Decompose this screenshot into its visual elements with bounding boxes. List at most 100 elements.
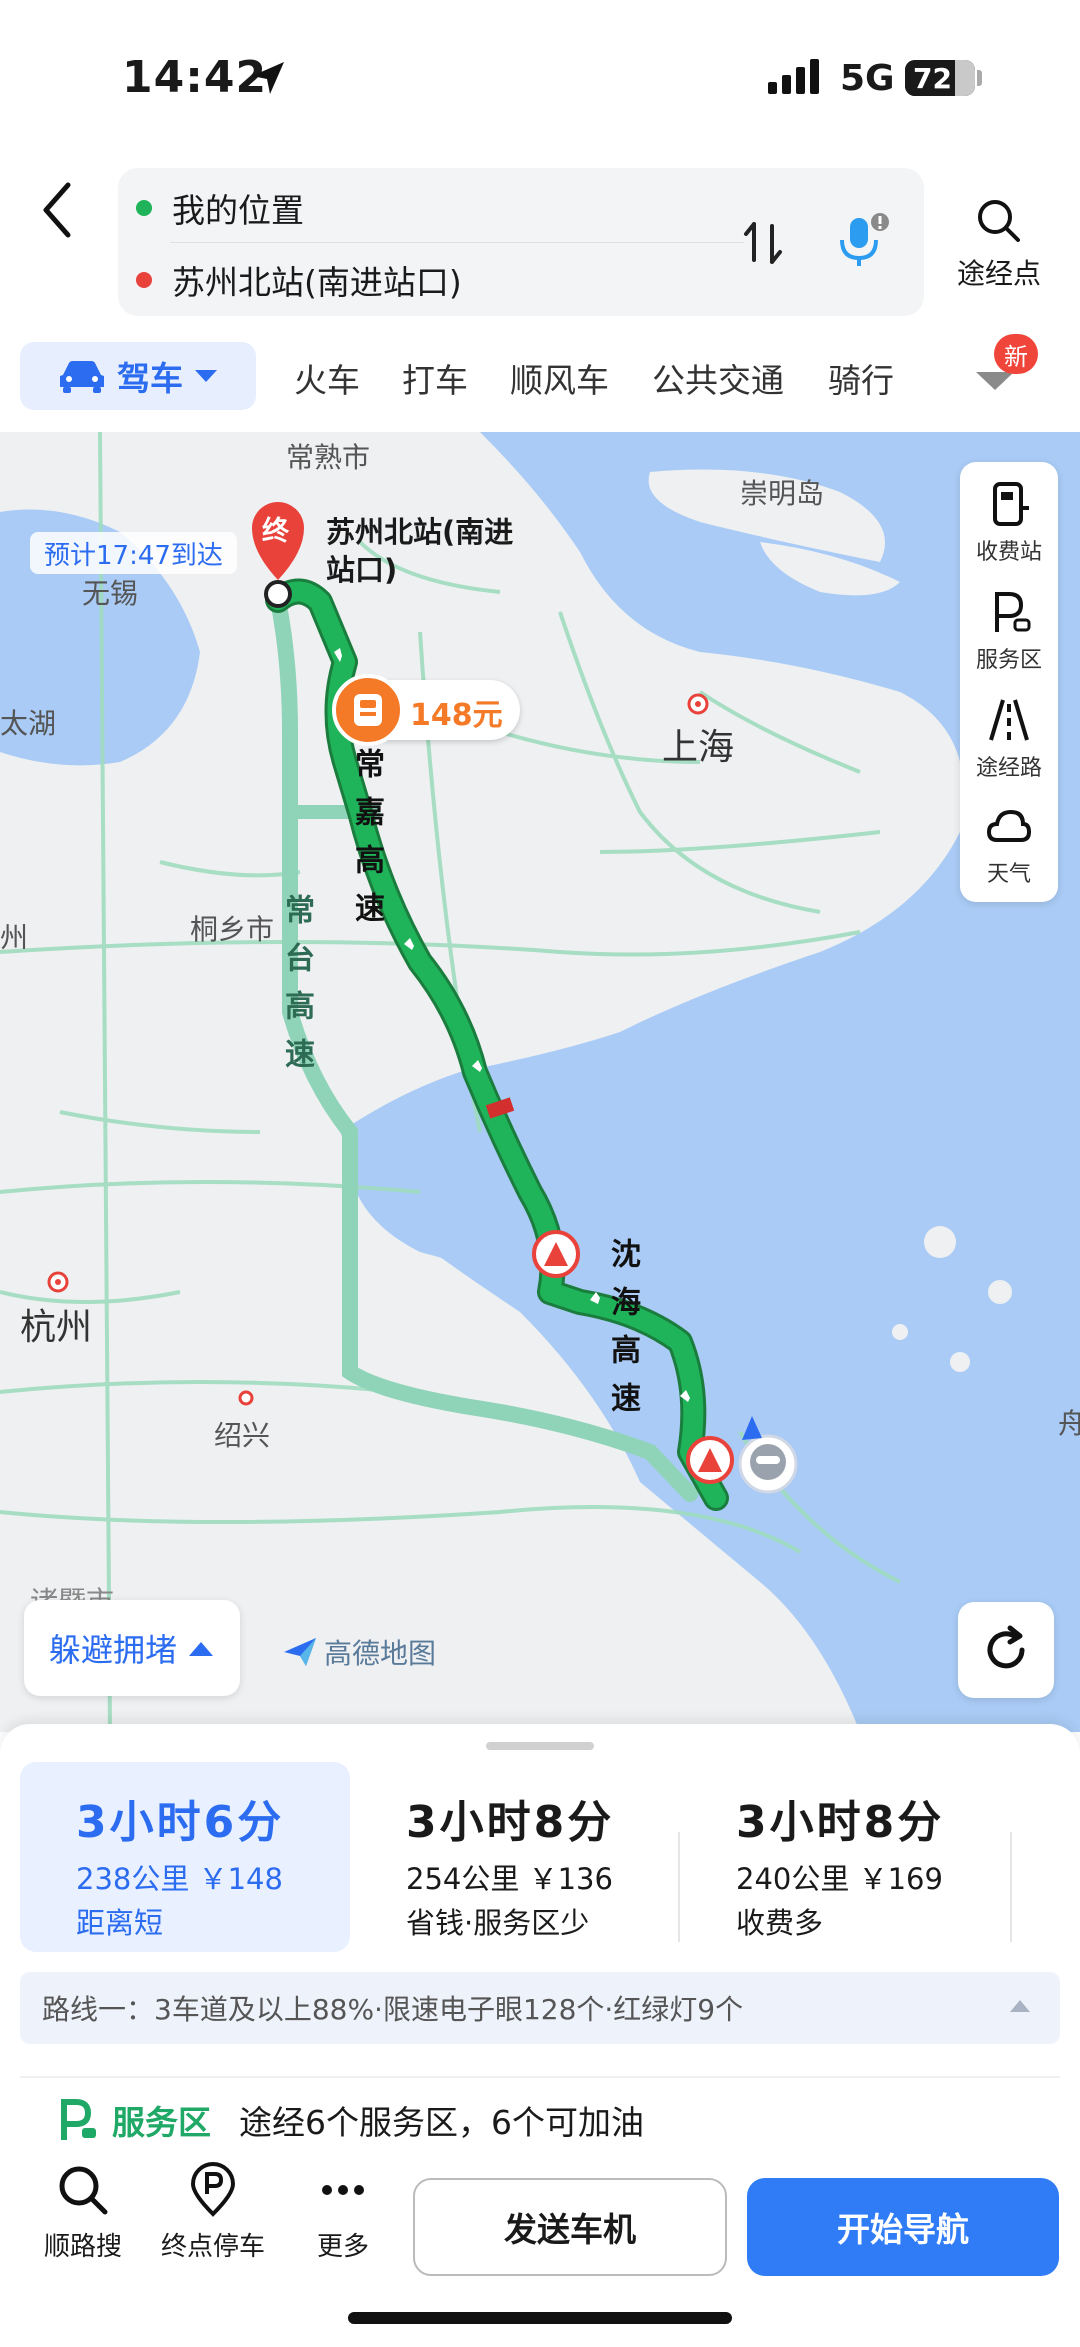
- label-shaoxing: 绍兴: [214, 1419, 271, 1452]
- end-parking-button[interactable]: 终点停车: [158, 2162, 268, 2263]
- label-zhou-left: 州: [0, 921, 29, 954]
- road-icon: [989, 699, 1029, 741]
- swap-icon[interactable]: [738, 216, 788, 270]
- parking-service-icon: [995, 592, 1031, 632]
- dest-name-line2: 站口): [326, 553, 398, 587]
- road-label-changjia: 常嘉高速: [349, 748, 384, 940]
- label-zhou: 舟: [1058, 1407, 1080, 1440]
- service-area-icon: [61, 2099, 96, 2140]
- route-info-text: 路线一：3车道及以上88%·限速电子眼128个·红绿灯9个: [42, 1993, 744, 2026]
- tab-taxi[interactable]: 打车: [402, 354, 468, 402]
- toll-price-tag[interactable]: 148元: [332, 674, 520, 746]
- tool-weather-label: 天气: [986, 862, 1031, 887]
- transport-mode-tabs: 驾车 火车 打车 顺风车 公共交通 骑行 新: [0, 330, 1080, 430]
- eta-chip: 预计17:47到达: [30, 532, 237, 574]
- route-info-bar[interactable]: 路线一：3车道及以上88%·限速电子眼128个·红绿灯9个: [20, 1972, 1060, 2044]
- label-wuxi: 无锡: [82, 577, 139, 610]
- divider: [170, 242, 744, 243]
- route-distance: 240公里 ￥169: [736, 1862, 943, 1896]
- chevron-down-icon: [195, 370, 217, 382]
- tab-bike[interactable]: 骑行: [828, 354, 894, 402]
- search-icon: [978, 200, 1020, 242]
- status-bar: 14:42 5G 72: [0, 0, 1080, 150]
- label-tongxiang: 桐乡市: [190, 913, 275, 946]
- toll-price: 148元: [410, 698, 503, 733]
- label-changshu: 常熟市: [286, 441, 371, 474]
- avoid-traffic-label: 躲避拥堵: [48, 1631, 177, 1669]
- map-view[interactable]: 终 预计17:47到达 苏州北站(南进 站口) 常熟市 崇明岛 无锡 太湖 上海…: [0, 432, 1080, 1732]
- home-indicator[interactable]: [348, 2312, 732, 2324]
- avoid-traffic-button[interactable]: 躲避拥堵: [24, 1600, 240, 1696]
- origin-row[interactable]: 我的位置: [136, 176, 304, 240]
- send-to-car-button[interactable]: 发送车机: [413, 2178, 727, 2276]
- waypoint-button[interactable]: 途经点: [944, 196, 1054, 296]
- destination-dot-icon: [136, 272, 152, 288]
- tool-toll-label: 收费站: [975, 540, 1042, 565]
- tab-drive[interactable]: 驾车: [20, 342, 256, 410]
- tool-via-label: 途经路: [975, 756, 1042, 781]
- network-type: 5G: [840, 58, 895, 99]
- route-distance: 238公里 ￥148: [76, 1862, 283, 1896]
- waypoint-label: 途经点: [956, 257, 1041, 290]
- route-option-3[interactable]: 3小时8分 240公里 ￥169 收费多: [680, 1762, 1010, 1952]
- more-label: 更多: [316, 2232, 369, 2262]
- route-time: 3小时8分: [406, 1797, 615, 1848]
- back-button[interactable]: [30, 175, 90, 245]
- road-label-changtai: 常台高速: [279, 894, 314, 1086]
- route-time: 3小时6分: [76, 1797, 285, 1848]
- tool-service-area[interactable]: 服务区: [960, 588, 1058, 674]
- label-hangzhou: 杭州: [20, 1307, 93, 1348]
- start-navigation-button[interactable]: 开始导航: [747, 2178, 1059, 2276]
- destination-row[interactable]: 苏州北站(南进站口): [136, 248, 462, 312]
- service-area-text: 途经6个服务区，6个可加油: [239, 2103, 644, 2142]
- origin-text: 我的位置: [172, 191, 304, 230]
- service-area-row[interactable]: 服务区 途经6个服务区，6个可加油: [58, 2096, 644, 2144]
- divider: [20, 2076, 1060, 2078]
- battery-empty: [955, 60, 975, 96]
- refresh-icon: [987, 1625, 1025, 1669]
- new-badge: 新: [994, 334, 1038, 374]
- caret-up-icon: [189, 1642, 213, 1656]
- car-icon: [60, 361, 104, 393]
- tool-via-road[interactable]: 途经路: [960, 696, 1058, 782]
- parking-pin-icon: [190, 2162, 236, 2217]
- tool-weather[interactable]: 天气: [960, 802, 1058, 888]
- cloud-icon: [986, 809, 1032, 842]
- label-taihu: 太湖: [0, 707, 57, 740]
- search-along-label: 顺路搜: [43, 2232, 122, 2262]
- dest-marker-label: 终: [262, 516, 289, 547]
- dest-name-line1: 苏州北站(南进: [326, 515, 514, 549]
- route-tag: 省钱·服务区少: [406, 1906, 590, 1940]
- bottom-action-bar: 顺路搜 终点停车 更多 发送车机 开始导航: [0, 2146, 1080, 2347]
- amap-logo-icon: [284, 1638, 316, 1666]
- voice-mic-icon[interactable]: [828, 208, 894, 274]
- route-option-2[interactable]: 3小时8分 254公里 ￥136 省钱·服务区少: [350, 1762, 680, 1952]
- route-input-box: 我的位置 苏州北站(南进站口): [118, 168, 924, 316]
- tab-drive-label: 驾车: [117, 359, 183, 398]
- amap-logo-text: 高德地图: [324, 1637, 437, 1670]
- map-canvas: [0, 432, 1080, 1732]
- toll-station-icon: [993, 482, 1029, 526]
- road-label-shenhai: 沈海高速: [605, 1238, 640, 1430]
- search-icon: [59, 2166, 108, 2215]
- label-shanghai: 上海: [662, 727, 735, 768]
- battery-percent: 72: [913, 62, 952, 95]
- label-chongming: 崇明岛: [740, 477, 825, 510]
- route-tag: 距离短: [76, 1906, 164, 1940]
- tab-train[interactable]: 火车: [294, 354, 360, 402]
- refresh-button[interactable]: [958, 1602, 1054, 1698]
- tab-transit[interactable]: 公共交通: [652, 354, 784, 402]
- sheet-handle[interactable]: [486, 1742, 594, 1750]
- toll-icon: [332, 674, 404, 746]
- destination-text: 苏州北站(南进站口): [172, 263, 462, 302]
- tool-toll-station[interactable]: 收费站: [960, 480, 1058, 566]
- route-option-1[interactable]: 3小时6分 238公里 ￥148 距离短: [20, 1762, 350, 1952]
- battery-tip: [977, 70, 982, 86]
- status-time: 14:42: [122, 52, 268, 103]
- amap-logo: 高德地图: [282, 1632, 436, 1672]
- tab-carpool[interactable]: 顺风车: [510, 354, 609, 402]
- search-along-button[interactable]: 顺路搜: [28, 2162, 138, 2263]
- more-button[interactable]: 更多: [288, 2162, 398, 2263]
- end-parking-label: 终点停车: [160, 2232, 265, 2262]
- caret-up-icon: [1010, 2000, 1030, 2012]
